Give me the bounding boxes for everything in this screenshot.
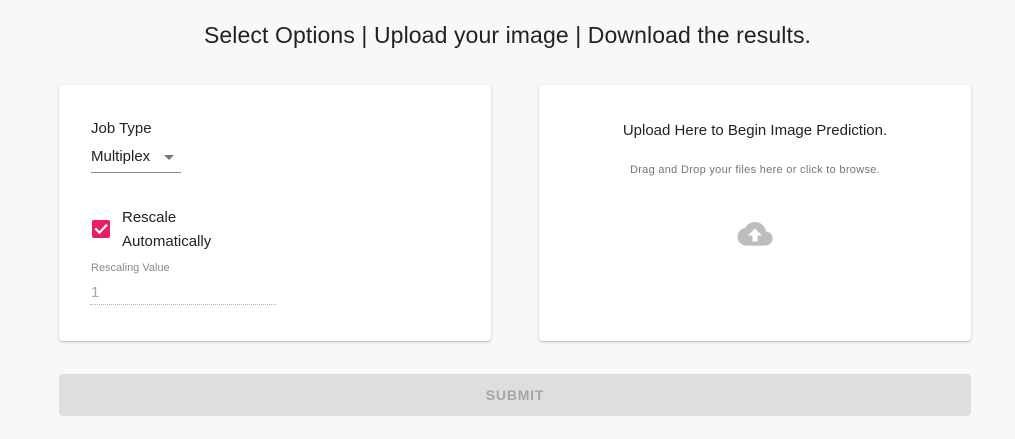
dropdown-arrow-icon (164, 155, 174, 160)
upload-dropzone[interactable]: Upload Here to Begin Image Prediction. D… (539, 85, 971, 341)
checkmark-icon (94, 224, 108, 235)
job-type-select[interactable]: Multiplex (91, 148, 181, 173)
rescale-label: Rescale Automatically (122, 209, 212, 250)
upload-card: Upload Here to Begin Image Prediction. D… (539, 85, 971, 341)
options-card: Job Type Multiplex Rescale Automatically… (59, 85, 491, 341)
job-type-value: Multiplex (91, 148, 151, 165)
page-title: Select Options | Upload your image | Dow… (203, 22, 812, 48)
cloud-upload-icon (737, 222, 773, 246)
rescaling-value-label: Rescaling Value (91, 262, 170, 274)
upload-title: Upload Here to Begin Image Prediction. (622, 122, 888, 139)
rescale-checkbox[interactable] (92, 220, 110, 238)
rescaling-value-input[interactable] (90, 280, 276, 305)
job-type-label: Job Type (91, 120, 152, 137)
upload-subtitle: Drag and Drop your files here or click t… (629, 164, 881, 176)
submit-button[interactable]: SUBMIT (59, 374, 971, 416)
